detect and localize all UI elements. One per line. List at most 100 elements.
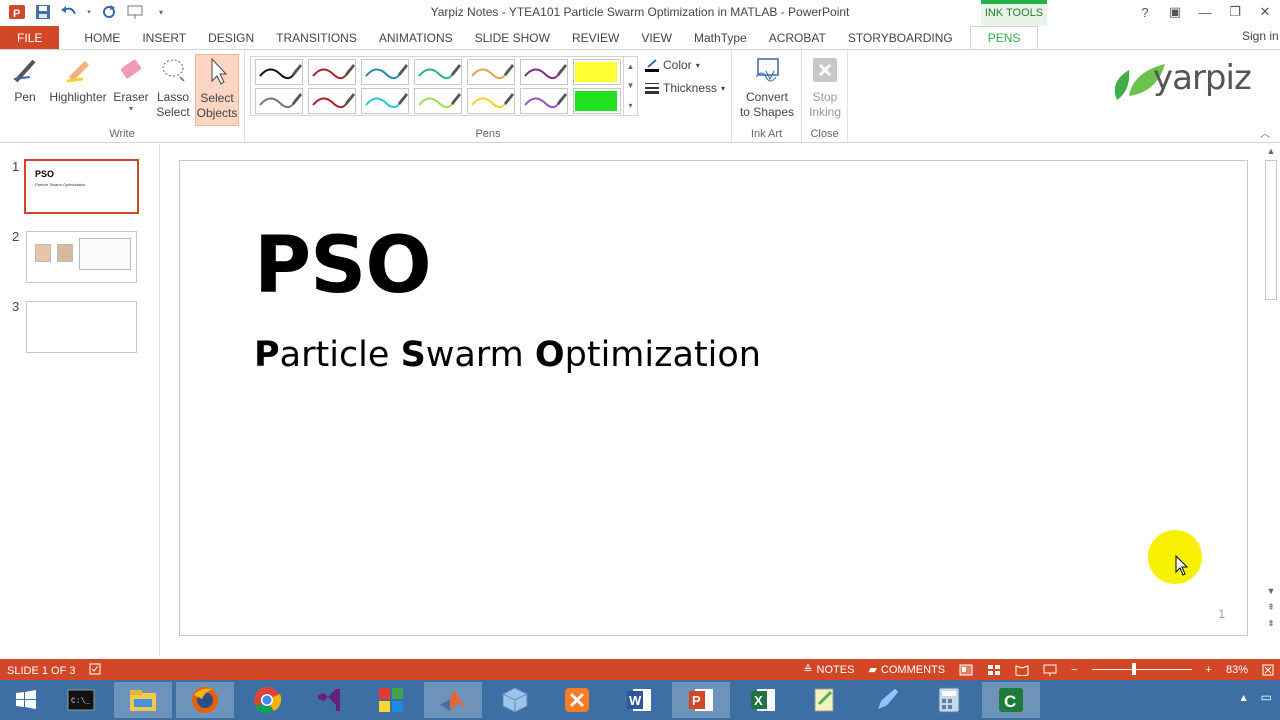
pen-button[interactable]: Pen [8, 54, 42, 105]
tab-file[interactable]: FILE [0, 26, 60, 49]
ribbon: Pen Highlighter Eraser ▾ Lasso Select Se… [0, 49, 1280, 143]
thickness-button[interactable]: Thickness ▾ [645, 81, 725, 95]
highlighter-button[interactable]: Highlighter [46, 54, 110, 105]
pen-swatch[interactable] [414, 88, 462, 114]
color-button[interactable]: Color ▾ [645, 58, 700, 72]
zoom-out-icon[interactable]: − [1071, 664, 1077, 676]
pens-gallery-scroll[interactable]: ▲ ▼ ▾ [623, 57, 637, 115]
edit-tool-icon[interactable] [858, 682, 916, 718]
calculator-icon[interactable] [920, 682, 978, 718]
tab-pens[interactable]: PENS [969, 26, 1039, 49]
collapse-ribbon-icon[interactable]: ︿ [1260, 125, 1270, 140]
scroll-down-icon[interactable]: ▼ [1262, 586, 1280, 596]
comments-button[interactable]: ▰ COMMENTS [868, 663, 945, 677]
svg-text:C:\_: C:\_ [71, 697, 90, 706]
tab-home[interactable]: HOME [73, 26, 131, 49]
color-dropdown-icon: ▾ [695, 60, 700, 70]
app-grid-icon[interactable] [362, 682, 420, 718]
show-hidden-icons-icon[interactable]: ▴ [1241, 690, 1247, 704]
tab-animations[interactable]: ANIMATIONS [368, 26, 464, 49]
pen-swatch[interactable] [255, 59, 303, 85]
close-button[interactable]: ✕ [1250, 0, 1280, 24]
camtasia-icon[interactable]: C [982, 682, 1040, 718]
gallery-more-icon[interactable]: ▾ [628, 101, 632, 110]
pen-swatch[interactable] [467, 88, 515, 114]
file-explorer-icon[interactable] [114, 682, 172, 718]
notepad-pp-icon[interactable] [796, 682, 854, 718]
box-app-icon[interactable] [486, 682, 544, 718]
previous-slide-icon[interactable]: ⇞ [1262, 602, 1280, 613]
write-group-label: Write [109, 128, 135, 140]
ribbon-display-options-button[interactable]: ▣ [1160, 0, 1190, 24]
tab-transitions[interactable]: TRANSITIONS [265, 26, 368, 49]
minimize-button[interactable]: — [1190, 0, 1220, 24]
pen-swatch[interactable] [520, 88, 568, 114]
scrollbar-thumb[interactable] [1265, 160, 1277, 300]
tab-mathtype[interactable]: MathType [683, 26, 758, 49]
slide-thumbnail-1[interactable]: PSO Particle Swarm Optimization [24, 159, 139, 214]
pen-stroke-icon [312, 64, 355, 80]
pen-swatch[interactable] [308, 59, 356, 85]
convert-to-shapes-button[interactable]: Convert to Shapes [738, 54, 796, 120]
slide-show-view-icon[interactable] [1043, 664, 1057, 676]
tab-storyboarding[interactable]: STORYBOARDING [837, 26, 964, 49]
gallery-up-icon[interactable]: ▲ [627, 62, 635, 71]
slide-title[interactable]: PSO [254, 221, 432, 311]
spell-check-icon[interactable] [89, 663, 101, 678]
normal-view-icon[interactable] [959, 664, 973, 676]
slide-count-status: SLIDE 1 OF 3 [7, 664, 76, 677]
command-prompt-icon[interactable]: C:\_ [52, 682, 110, 718]
chrome-icon[interactable] [238, 682, 296, 718]
restore-button[interactable]: ❐ [1220, 0, 1250, 24]
vertical-scrollbar[interactable]: ▲ ▼ ⇞ ⇟ [1262, 144, 1280, 656]
matlab-icon[interactable] [424, 682, 482, 718]
tab-review[interactable]: REVIEW [561, 26, 630, 49]
word-icon[interactable]: W [610, 682, 668, 718]
pen-stroke-icon [365, 93, 408, 109]
xampp-icon[interactable] [548, 682, 606, 718]
zoom-level[interactable]: 83% [1226, 664, 1248, 676]
eraser-button[interactable]: Eraser ▾ [112, 54, 150, 113]
status-right: ≙ NOTES ▰ COMMENTS − + 83% [803, 659, 1280, 680]
tab-acrobat[interactable]: ACROBAT [758, 26, 837, 49]
firefox-icon[interactable] [176, 682, 234, 718]
zoom-slider-knob[interactable] [1131, 663, 1136, 675]
notes-button[interactable]: ≙ NOTES [803, 663, 854, 677]
slide-thumbnail-3[interactable] [26, 301, 137, 353]
next-slide-icon[interactable]: ⇟ [1262, 618, 1280, 629]
action-center-icon[interactable]: ▭ [1261, 690, 1272, 704]
pen-swatch[interactable] [414, 59, 462, 85]
gallery-down-icon[interactable]: ▼ [627, 81, 635, 90]
zoom-in-icon[interactable]: + [1206, 664, 1212, 676]
slide-subtitle[interactable]: Particle Swarm Optimization [254, 335, 761, 375]
highlighter-swatch[interactable] [573, 59, 621, 85]
tab-slide-show[interactable]: SLIDE SHOW [464, 26, 561, 49]
pen-swatch[interactable] [361, 88, 409, 114]
slide-canvas[interactable]: PSO Particle Swarm Optimization 1 [179, 160, 1248, 636]
windows-start-icon[interactable] [4, 684, 48, 716]
window-controls: ? ▣ — ❐ ✕ [1130, 0, 1280, 24]
tab-design[interactable]: DESIGN [197, 26, 265, 49]
pen-swatch[interactable] [308, 88, 356, 114]
highlighter-swatch[interactable] [573, 88, 621, 114]
tab-insert[interactable]: INSERT [131, 26, 197, 49]
help-button[interactable]: ? [1130, 0, 1160, 24]
lasso-select-button[interactable]: Lasso Select [154, 54, 192, 120]
visual-studio-icon[interactable] [300, 682, 358, 718]
slide-thumbnail-2[interactable] [26, 231, 137, 283]
scroll-up-icon[interactable]: ▲ [1262, 146, 1280, 156]
select-objects-button[interactable]: Select Objects [195, 54, 239, 126]
pen-swatch[interactable] [520, 59, 568, 85]
reading-view-icon[interactable] [1015, 664, 1029, 676]
pen-swatch[interactable] [467, 59, 515, 85]
pen-swatch[interactable] [361, 59, 409, 85]
slide-sorter-view-icon[interactable] [987, 664, 1001, 676]
fit-slide-icon[interactable] [1262, 664, 1274, 676]
pen-swatch[interactable] [255, 88, 303, 114]
tab-view[interactable]: VIEW [630, 26, 683, 49]
zoom-slider[interactable] [1091, 663, 1192, 675]
powerpoint-taskbar-icon[interactable]: P [672, 682, 730, 718]
sign-in-link[interactable]: Sign in [1242, 29, 1280, 43]
excel-icon[interactable]: X [734, 682, 792, 718]
stop-inking-button[interactable]: Stop Inking [806, 54, 844, 120]
